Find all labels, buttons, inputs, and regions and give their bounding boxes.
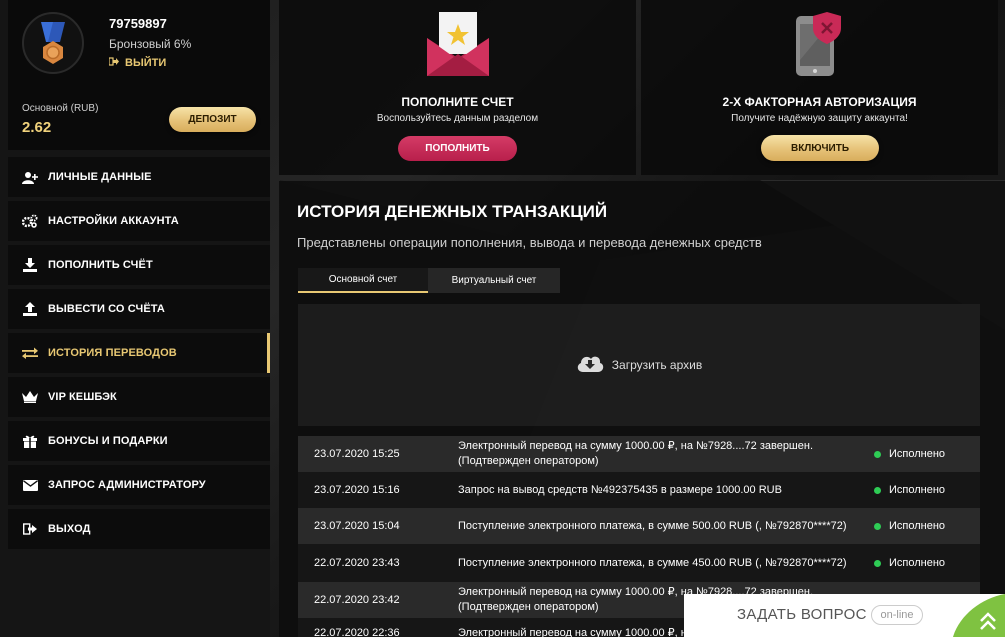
transaction-history-panel: ИСТОРИЯ ДЕНЕЖНЫХ ТРАНЗАКЦИЙ Представлены… [279, 181, 1005, 637]
logout-link[interactable]: ВЫЙТИ [108, 57, 167, 69]
sidebar-item-personal-data[interactable]: ЛИЧНЫЕ ДАННЫЕ [8, 157, 270, 197]
sidebar-item-transfer-history[interactable]: ИСТОРИЯ ПЕРЕВОДОВ [8, 333, 270, 373]
sidebar-item-label: VIP КЕШБЭК [48, 391, 117, 403]
crown-icon [22, 390, 38, 404]
sidebar-item-bonuses[interactable]: БОНУСЫ И ПОДАРКИ [8, 421, 270, 461]
tx-date: 23.07.2020 15:25 [314, 448, 400, 460]
sidebar-item-account-settings[interactable]: НАСТРОЙКИ АККАУНТА [8, 201, 270, 241]
tx-date: 23.07.2020 15:16 [314, 484, 400, 496]
exchange-icon [22, 346, 38, 360]
sign-out-icon [22, 522, 38, 536]
deposit-button[interactable]: ДЕПОЗИТ [169, 107, 256, 132]
sidebar-item-withdraw[interactable]: ВЫВЕСТИ СО СЧЁТА [8, 289, 270, 329]
profile-panel: 79759897 Бронзовый 6% ВЫЙТИ Основной (RU… [8, 0, 270, 150]
envelope-star-icon [423, 10, 493, 85]
tx-date: 22.07.2020 23:42 [314, 594, 400, 606]
gift-icon [22, 434, 38, 448]
sidebar-item-deposit[interactable]: ПОПОЛНИТЬ СЧЁТ [8, 245, 270, 285]
topup-title: ПОПОЛНИТЕ СЧЕТ [401, 95, 514, 109]
topup-subtitle: Воспользуйтесь данным разделом [376, 113, 539, 124]
sidebar-item-vip-cashback[interactable]: VIP КЕШБЭК [8, 377, 270, 417]
user-rank: Бронзовый 6% [109, 37, 192, 51]
twofa-subtitle: Получите надёжную защиту аккаунта! [731, 113, 908, 124]
tx-description: Запрос на вывод средств №492375435 в раз… [458, 483, 782, 496]
tx-status: Исполнено [874, 484, 945, 496]
status-dot-icon [874, 486, 881, 494]
tx-status-label: Исполнено [889, 520, 946, 532]
table-row: 23.07.2020 15:04 Поступление электронного… [298, 508, 980, 544]
ask-question-widget[interactable]: ЗАДАТЬ ВОПРОС on-line [684, 594, 1005, 637]
user-add-icon [22, 170, 38, 184]
tx-status-label: Исполнено [889, 557, 946, 569]
gears-icon [22, 214, 38, 228]
history-subtitle: Представлены операции пополнения, вывода… [297, 235, 762, 250]
sidebar-item-admin-request[interactable]: ЗАПРОС АДМИНИСТРАТОРУ [8, 465, 270, 505]
tx-description: Электронный перевод на сумму 1000.00 ₽, … [458, 440, 814, 467]
history-title: ИСТОРИЯ ДЕНЕЖНЫХ ТРАНЗАКЦИЙ [297, 202, 608, 221]
balance-value: 2.62 [22, 119, 52, 136]
sidebar-item-exit[interactable]: ВЫХОД [8, 509, 270, 549]
sidebar-item-label: ЛИЧНЫЕ ДАННЫЕ [48, 171, 152, 183]
twofa-card: 2-Х ФАКТОРНАЯ АВТОРИЗАЦИЯ Получите надёж… [641, 0, 998, 175]
tx-date: 23.07.2020 15:04 [314, 520, 400, 532]
online-badge: on-line [871, 605, 923, 625]
sidebar-item-label: ПОПОЛНИТЬ СЧЁТ [48, 259, 153, 271]
tx-status-label: Исполнено [889, 448, 946, 460]
chevrons-up-icon[interactable] [951, 594, 1005, 637]
table-row: 23.07.2020 15:16 Запрос на вывод средств … [298, 472, 980, 508]
tx-date: 22.07.2020 22:36 [314, 627, 400, 637]
tx-description: Поступление электронного платежа, в сумм… [458, 556, 847, 569]
tablet-shield-icon [785, 10, 855, 85]
sign-out-icon [108, 57, 119, 69]
table-row: 23.07.2020 15:25 Электронный перевод на с… [298, 436, 980, 472]
medal-icon [22, 12, 84, 74]
status-dot-icon [874, 559, 881, 567]
topup-card: ПОПОЛНИТЕ СЧЕТ Воспользуйтесь данным раз… [279, 0, 636, 175]
status-dot-icon [874, 522, 881, 530]
account-tabs: Основной счет Виртуальный счет [298, 268, 560, 293]
sidebar-menu: ЛИЧНЫЕ ДАННЫЕ НАСТРОЙКИ АККАУНТА ПОПОЛНИ… [8, 157, 270, 553]
tx-date: 22.07.2020 23:43 [314, 557, 400, 569]
enable-2fa-button[interactable]: ВКЛЮЧИТЬ [761, 135, 879, 161]
tx-description: Поступление электронного платежа, в сумм… [458, 519, 847, 532]
sidebar-item-label: НАСТРОЙКИ АККАУНТА [48, 215, 179, 227]
ask-question-label: ЗАДАТЬ ВОПРОС [737, 606, 867, 623]
tab-virtual-account[interactable]: Виртуальный счет [428, 268, 560, 293]
tx-status: Исполнено [874, 520, 945, 532]
balance-label: Основной (RUB) [22, 103, 99, 114]
twofa-title: 2-Х ФАКТОРНАЯ АВТОРИЗАЦИЯ [722, 95, 917, 109]
envelope-icon [22, 478, 38, 492]
sidebar-item-label: ЗАПРОС АДМИНИСТРАТОРУ [48, 479, 206, 491]
sidebar-item-label: БОНУСЫ И ПОДАРКИ [48, 435, 168, 447]
sidebar-item-label: ВЫХОД [48, 523, 91, 535]
upload-icon [22, 302, 38, 316]
topup-button[interactable]: ПОПОЛНИТЬ [398, 136, 517, 161]
tx-status: Исполнено [874, 557, 945, 569]
download-archive-button[interactable]: Загрузить архив [298, 304, 980, 426]
sidebar-item-label: ВЫВЕСТИ СО СЧЁТА [48, 303, 165, 315]
table-row: 22.07.2020 23:43 Поступление электронного… [298, 544, 980, 582]
download-icon [22, 258, 38, 272]
sidebar-item-label: ИСТОРИЯ ПЕРЕВОДОВ [48, 347, 177, 359]
cloud-download-icon [576, 353, 604, 378]
tx-status-label: Исполнено [889, 484, 946, 496]
tab-main-account[interactable]: Основной счет [298, 268, 428, 293]
tx-status: Исполнено [874, 448, 945, 460]
status-dot-icon [874, 450, 881, 458]
user-id: 79759897 [109, 16, 167, 31]
archive-label: Загрузить архив [611, 358, 703, 372]
logout-label: ВЫЙТИ [125, 57, 167, 69]
